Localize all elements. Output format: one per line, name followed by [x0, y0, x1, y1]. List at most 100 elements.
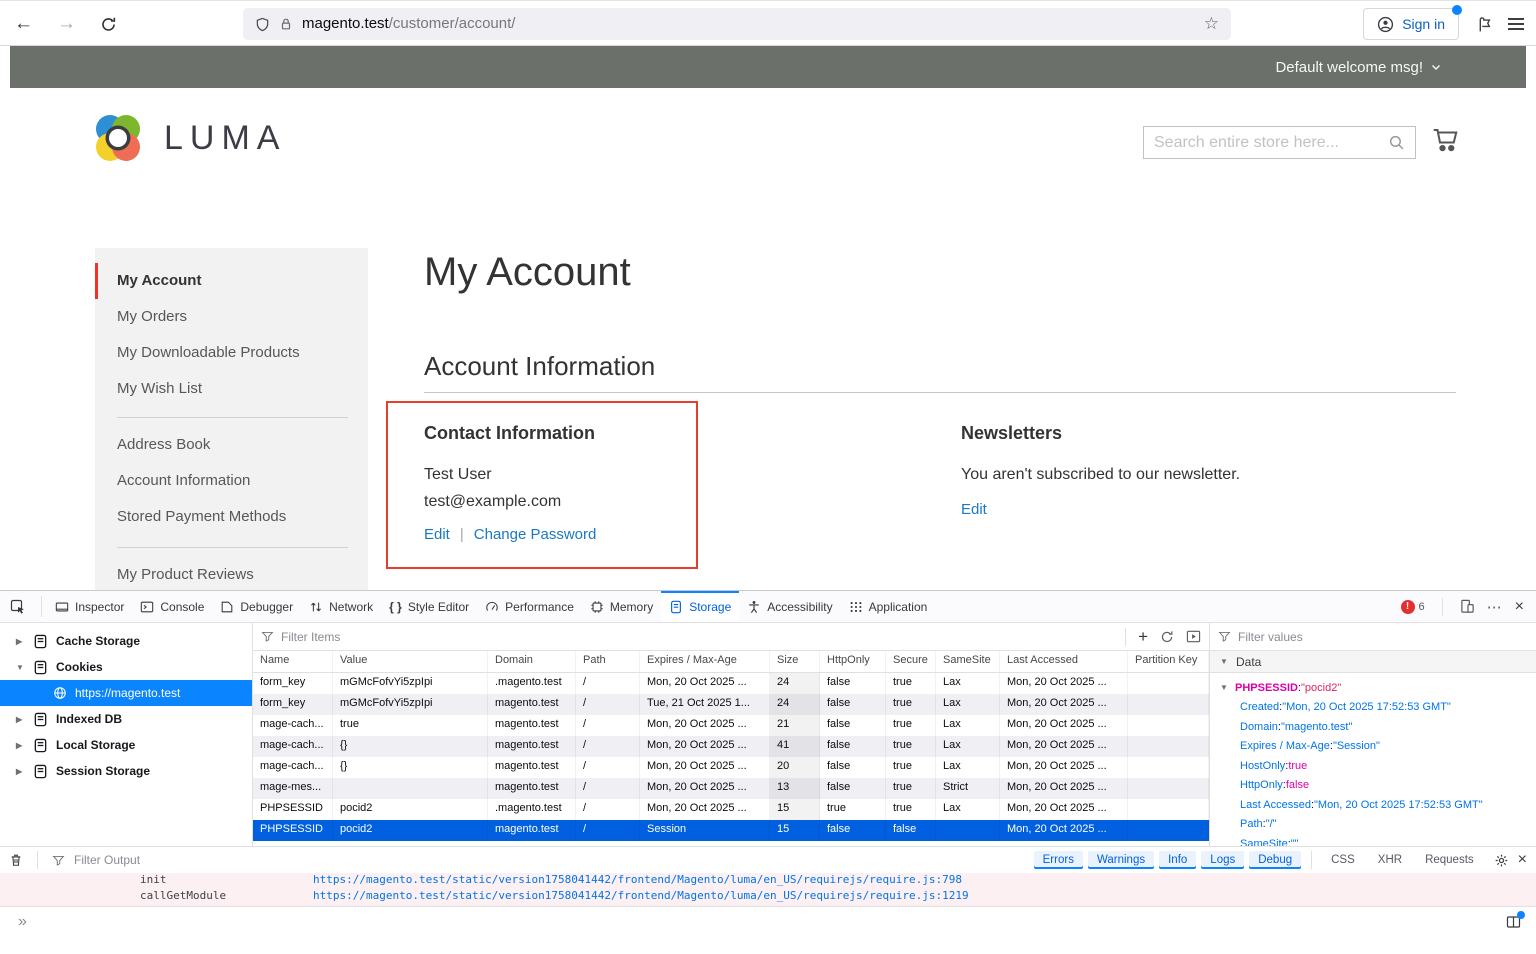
filter-logs-button[interactable]: Logs [1201, 851, 1244, 869]
filter-values-input[interactable] [1238, 630, 1528, 644]
column-header[interactable]: Path [576, 651, 640, 672]
filter-items-input[interactable] [281, 630, 1113, 644]
lock-icon[interactable] [279, 17, 293, 31]
tree-row-created[interactable]: Created:"Mon, 20 Oct 2025 17:52:53 GMT" [1210, 698, 1536, 718]
filter-requests-button[interactable]: Requests [1416, 851, 1483, 869]
search-icon[interactable] [1388, 134, 1405, 151]
chevron-down-icon[interactable] [1430, 61, 1442, 73]
column-header[interactable]: HttpOnly [820, 651, 886, 672]
tree-row-samesite[interactable]: SameSite:"" [1210, 834, 1536, 846]
chevron-down-icon[interactable]: ▼ [1220, 683, 1229, 692]
back-button[interactable]: ← [14, 13, 33, 35]
nav-item-account-information[interactable]: Account Information [95, 463, 368, 499]
filter-warnings-button[interactable]: Warnings [1088, 851, 1154, 869]
cookie-row[interactable]: PHPSESSIDpocid2.magento.test/Mon, 20 Oct… [253, 799, 1209, 820]
nav-item-my-account[interactable]: My Account [95, 263, 368, 299]
cookie-table-header[interactable]: Name Value Domain Path Expires / Max-Age… [253, 651, 1209, 673]
sidebar-item-cache-storage[interactable]: ▶ Cache Storage [0, 628, 252, 654]
column-header[interactable]: Name [253, 651, 333, 672]
pick-element-button[interactable] [0, 591, 36, 622]
split-console-icon[interactable] [1505, 914, 1522, 930]
column-header[interactable]: Value [333, 651, 488, 672]
library-icon[interactable] [1475, 16, 1492, 33]
tree-row-domain[interactable]: Domain:"magento.test" [1210, 717, 1536, 737]
welcome-message[interactable]: Default welcome msg! [1275, 59, 1423, 76]
sidebar-item-cookies-host-selected[interactable]: https://magento.test [0, 680, 252, 706]
edit-newsletters-link[interactable]: Edit [961, 501, 987, 518]
shield-icon[interactable] [255, 17, 270, 32]
filter-info-button[interactable]: Info [1159, 851, 1196, 869]
tab-application[interactable]: Application [841, 591, 936, 622]
chevron-right-icon[interactable]: ▶ [16, 715, 25, 724]
tab-accessibility[interactable]: Accessibility [739, 591, 840, 622]
close-devtools-button[interactable]: × [1515, 598, 1524, 616]
tab-style-editor[interactable]: { } Style Editor [381, 591, 477, 622]
nav-item-my-product-reviews[interactable]: My Product Reviews [95, 557, 368, 590]
tree-row-cookie[interactable]: ▼ PHPSESSID:"pocid2" [1210, 678, 1536, 698]
sidebar-item-session-storage[interactable]: ▶ Session Storage [0, 758, 252, 784]
nav-item-my-downloadable-products[interactable]: My Downloadable Products [95, 335, 368, 371]
reload-button[interactable] [100, 16, 117, 33]
tree-row-lastaccessed[interactable]: Last Accessed:"Mon, 20 Oct 2025 17:52:53… [1210, 795, 1536, 815]
meatball-menu-icon[interactable]: ⋯ [1487, 598, 1503, 616]
column-header[interactable]: Partition Key [1128, 651, 1209, 672]
tab-console[interactable]: Console [132, 591, 212, 622]
change-password-link[interactable]: Change Password [474, 526, 597, 543]
cookie-row[interactable]: form_keymGMcFofvYi5zpIpimagento.test/Tue… [253, 694, 1209, 715]
console-input-row[interactable]: » [0, 906, 1536, 936]
tab-inspector[interactable]: Inspector [47, 591, 132, 622]
sign-in-button[interactable]: Sign in [1363, 8, 1459, 40]
data-section-header[interactable]: ▼ Data [1210, 651, 1536, 673]
filter-output-input[interactable] [74, 853, 294, 867]
nav-item-address-book[interactable]: Address Book [95, 427, 368, 463]
column-header[interactable]: Secure [886, 651, 936, 672]
refresh-items-button[interactable] [1160, 630, 1174, 644]
search-input[interactable] [1154, 134, 1388, 152]
cookie-row[interactable]: mage-cach...truemagento.test/Mon, 20 Oct… [253, 715, 1209, 736]
trash-icon[interactable] [9, 853, 23, 867]
tab-network[interactable]: Network [301, 591, 381, 622]
stack-frame-row[interactable]: init https://magento.test/static/version… [0, 873, 1536, 888]
gear-icon[interactable] [1494, 853, 1509, 868]
chevron-right-icon[interactable]: ▶ [16, 741, 25, 750]
column-header[interactable]: Domain [488, 651, 576, 672]
tree-row-expires[interactable]: Expires / Max-Age:"Session" [1210, 737, 1536, 757]
stack-frame-source-link[interactable]: https://magento.test/static/version17580… [313, 873, 962, 886]
cookie-row[interactable]: mage-mes...magento.test/Mon, 20 Oct 2025… [253, 778, 1209, 799]
tab-storage[interactable]: Storage [661, 591, 739, 622]
forward-button[interactable]: → [57, 13, 76, 35]
chevron-right-icon[interactable]: ▶ [16, 637, 25, 646]
stack-frame-source-link[interactable]: https://magento.test/static/version17580… [313, 889, 969, 902]
sidebar-item-local-storage[interactable]: ▶ Local Storage [0, 732, 252, 758]
nav-item-my-orders[interactable]: My Orders [95, 299, 368, 335]
tab-performance[interactable]: Performance [477, 591, 582, 622]
filter-css-button[interactable]: CSS [1322, 851, 1364, 869]
chevron-right-icon[interactable]: ▶ [16, 767, 25, 776]
close-console-button[interactable]: × [1518, 851, 1527, 869]
tab-memory[interactable]: Memory [582, 591, 661, 622]
cookie-row[interactable]: mage-cach...{}magento.test/Mon, 20 Oct 2… [253, 736, 1209, 757]
tree-row-httponly[interactable]: HttpOnly:false [1210, 776, 1536, 796]
bookmark-star-icon[interactable]: ☆ [1204, 14, 1219, 34]
sidebar-item-cookies[interactable]: ▼ Cookies [0, 654, 252, 680]
cookie-row[interactable]: mage-cach...{}magento.test/Mon, 20 Oct 2… [253, 757, 1209, 778]
column-header[interactable]: SameSite [936, 651, 1000, 672]
chevron-down-icon[interactable]: ▼ [1220, 657, 1229, 666]
nav-item-my-wish-list[interactable]: My Wish List [95, 371, 368, 407]
nav-item-stored-payment-methods[interactable]: Stored Payment Methods [95, 499, 368, 535]
tab-debugger[interactable]: Debugger [212, 591, 301, 622]
cookie-row[interactable]: form_keymGMcFofvYi5zpIpi.magento.test/Mo… [253, 673, 1209, 694]
stack-frame-row[interactable]: callGetModule https://magento.test/stati… [0, 888, 1536, 905]
edit-contact-link[interactable]: Edit [424, 526, 450, 543]
column-header[interactable]: Expires / Max-Age [640, 651, 770, 672]
error-badge[interactable]: ! 6 [1401, 600, 1425, 614]
luma-logo[interactable]: LUMA [90, 110, 286, 166]
column-header[interactable]: Size [770, 651, 820, 672]
filter-xhr-button[interactable]: XHR [1369, 851, 1411, 869]
cookie-row-selected[interactable]: PHPSESSIDpocid2magento.test/Session15fal… [253, 820, 1209, 841]
menu-button[interactable] [1508, 18, 1524, 30]
url-bar[interactable]: magento.test/customer/account/ ☆ [243, 8, 1231, 40]
cart-icon[interactable] [1430, 126, 1460, 154]
add-item-button[interactable]: + [1138, 628, 1148, 645]
run-button[interactable] [1186, 629, 1201, 644]
